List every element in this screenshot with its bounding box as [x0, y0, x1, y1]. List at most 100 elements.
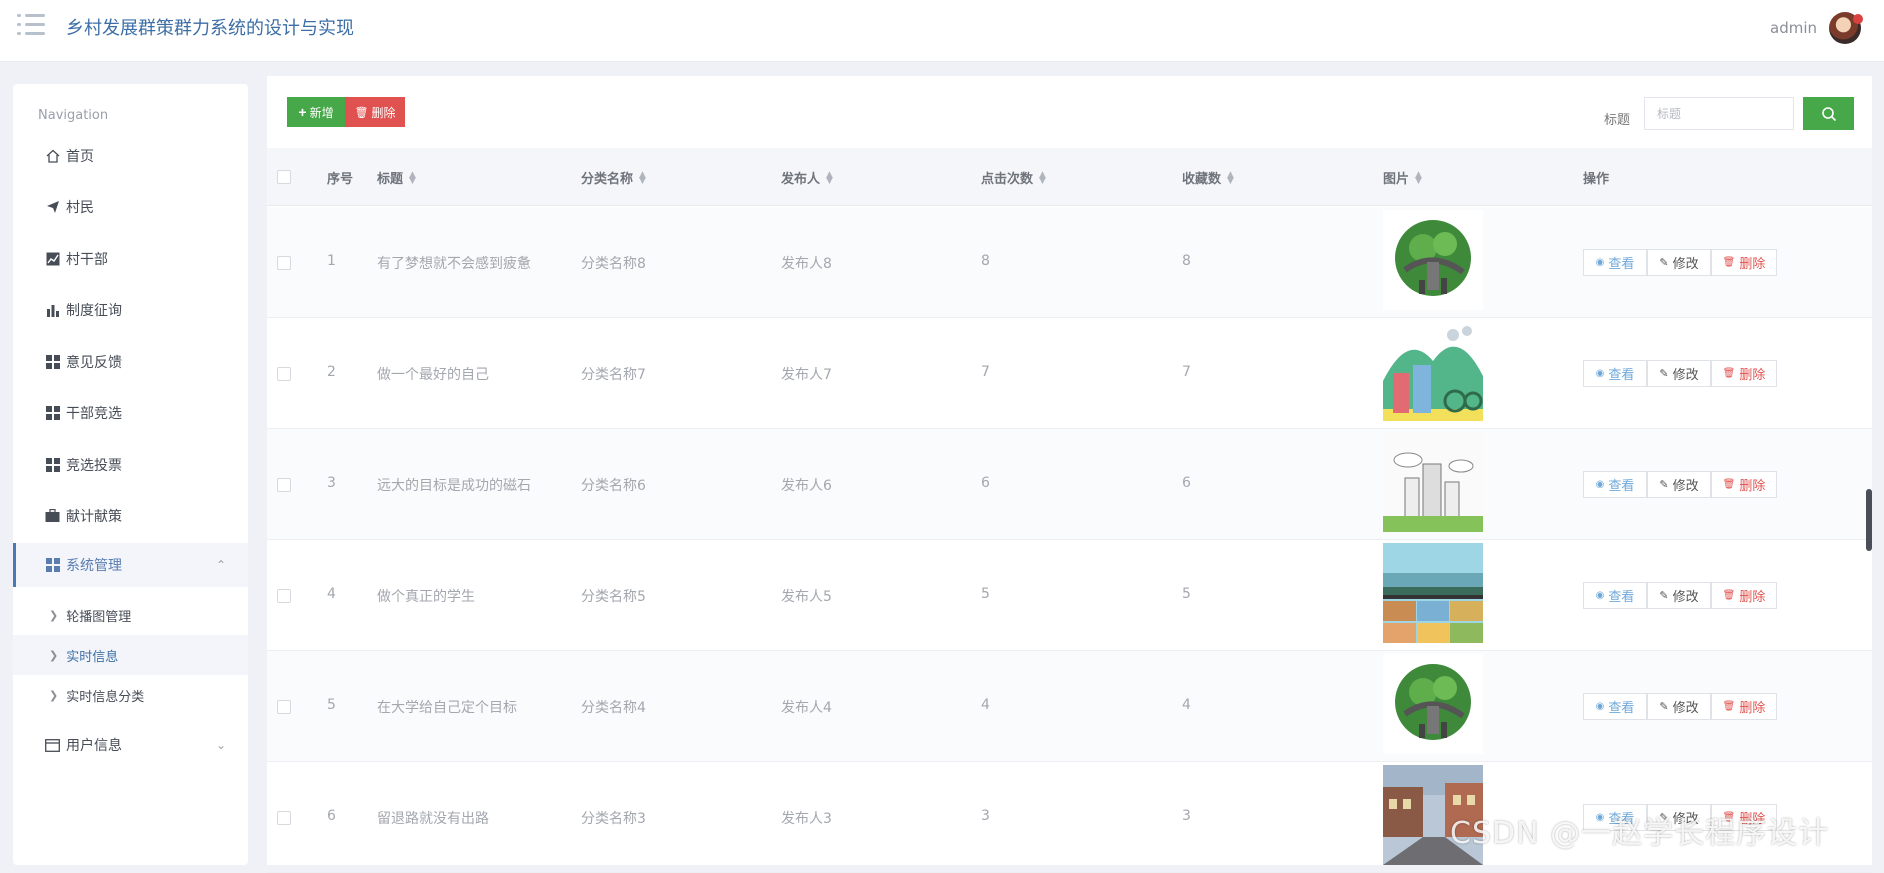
select-all-checkbox[interactable]	[277, 170, 291, 184]
column-header[interactable]: 点击次数 ▲ ▼	[981, 168, 1046, 187]
column-header[interactable]: 收藏数 ▲ ▼	[1182, 168, 1234, 187]
column-header[interactable]: 发布人 ▲ ▼	[781, 168, 833, 187]
row-checkbox[interactable]	[277, 589, 291, 603]
sidebar-item-user-info[interactable]: 用户信息 ⌄	[13, 723, 248, 767]
table-row: 3 远大的目标是成功的磁石 分类名称6 发布人6 6 6 ◉ 查看 ✎ 修改 🗑 删除	[267, 429, 1872, 540]
sidebar-item-villagers[interactable]: 村民	[13, 185, 248, 229]
sort-icon[interactable]: ▲ ▼	[409, 170, 416, 185]
sidebar-item-cadres[interactable]: 村干部	[13, 237, 248, 281]
edit-button[interactable]: ✎ 修改	[1647, 471, 1711, 498]
sidebar-subitem-label: 实时信息分类	[66, 689, 145, 705]
sidebar-item-label: 干部竞选	[66, 406, 122, 422]
batch-delete-button[interactable]: 🗑 删除	[345, 97, 405, 127]
cell-image[interactable]	[1383, 432, 1483, 532]
top-header: 乡村发展群策群力系统的设计与实现 admin	[0, 0, 1884, 62]
cell-image[interactable]	[1383, 210, 1483, 310]
column-header: 序号	[327, 172, 354, 187]
add-button[interactable]: + 新增	[287, 97, 345, 127]
sidebar-item-feedback[interactable]: 意见反馈	[13, 340, 248, 384]
delete-button[interactable]: 🗑 删除	[1711, 693, 1777, 720]
view-button[interactable]: ◉ 查看	[1583, 582, 1647, 609]
sort-icon[interactable]: ▲ ▼	[639, 170, 646, 185]
edit-button[interactable]: ✎ 修改	[1647, 360, 1711, 387]
cell-index: 4	[327, 586, 336, 602]
scrollbar-thumb[interactable]	[1866, 489, 1872, 551]
cell-publisher: 发布人3	[781, 811, 832, 827]
chevron-up-icon: ⌃	[215, 558, 226, 572]
delete-button[interactable]: 🗑 删除	[1711, 249, 1777, 276]
search-button[interactable]	[1803, 97, 1854, 130]
menu-toggle-icon[interactable]	[17, 14, 45, 36]
delete-button[interactable]: 🗑 删除	[1711, 471, 1777, 498]
row-checkbox[interactable]	[277, 700, 291, 714]
sidebar-item-vote[interactable]: 竞选投票	[13, 443, 248, 487]
user-menu[interactable]: admin	[1770, 12, 1863, 44]
cell-title: 有了梦想就不会感到疲惫	[377, 256, 531, 272]
table-row: 1 有了梦想就不会感到疲惫 分类名称8 发布人8 8 8 ◉ 查看 ✎ 修改 🗑 删除	[267, 207, 1872, 318]
sidebar-subitem-realtime-category[interactable]: ❯ 实时信息分类	[13, 675, 248, 715]
bar-chart-icon	[45, 303, 60, 318]
column-header[interactable]: 标题 ▲ ▼	[377, 168, 416, 187]
row-checkbox[interactable]	[277, 367, 291, 381]
view-button[interactable]: ◉ 查看	[1583, 471, 1647, 498]
sidebar-item-label: 献计献策	[66, 509, 122, 525]
sort-icon[interactable]: ▲ ▼	[1415, 170, 1422, 185]
sort-icon[interactable]: ▲ ▼	[826, 170, 833, 185]
cell-index: 2	[327, 364, 336, 380]
cell-category: 分类名称7	[581, 367, 646, 383]
cell-favorites: 5	[1182, 586, 1191, 602]
sort-icon[interactable]: ▲ ▼	[1039, 170, 1046, 185]
chevron-right-icon: ❯	[49, 648, 59, 662]
sidebar-subitem-label: 轮播图管理	[66, 609, 132, 625]
sidebar-item-suggestions[interactable]: 献计献策	[13, 494, 248, 538]
cell-image[interactable]	[1383, 543, 1483, 643]
sidebar-subitem-carousel[interactable]: ❯ 轮播图管理	[13, 595, 248, 635]
table-row: 2 做一个最好的自己 分类名称7 发布人7 7 7 ◉ 查看 ✎ 修改 🗑 删除	[267, 318, 1872, 429]
edit-button[interactable]: ✎ 修改	[1647, 693, 1711, 720]
delete-button[interactable]: 🗑 删除	[1711, 582, 1777, 609]
avatar[interactable]	[1829, 12, 1863, 44]
trash-icon: 🗑	[1722, 368, 1736, 379]
sort-icon[interactable]: ▲ ▼	[1227, 170, 1234, 185]
eye-icon: ◉	[1595, 479, 1605, 490]
nav-title: Navigation	[38, 108, 109, 123]
column-header[interactable]: 图片 ▲ ▼	[1383, 168, 1422, 187]
edit-button[interactable]: ✎ 修改	[1647, 249, 1711, 276]
edit-button[interactable]: ✎ 修改	[1647, 582, 1711, 609]
cell-clicks: 5	[981, 586, 990, 602]
sidebar-item-label: 系统管理	[66, 558, 122, 574]
delete-button[interactable]: 🗑 删除	[1711, 360, 1777, 387]
cell-clicks: 7	[981, 364, 990, 380]
sidebar-subitem-label: 实时信息	[66, 649, 119, 665]
sidebar-subitem-realtime-info[interactable]: ❯ 实时信息	[13, 635, 248, 675]
sidebar-item-system[interactable]: 系统管理 ⌃	[13, 543, 248, 587]
cell-clicks: 4	[981, 697, 990, 713]
sidebar-item-policy[interactable]: 制度征询	[13, 288, 248, 332]
cell-image[interactable]	[1383, 321, 1483, 421]
username[interactable]: admin	[1770, 19, 1817, 37]
view-button[interactable]: ◉ 查看	[1583, 693, 1647, 720]
view-label: 查看	[1608, 701, 1635, 716]
view-label: 查看	[1608, 368, 1635, 383]
chevron-right-icon: ❯	[49, 688, 59, 702]
row-checkbox[interactable]	[277, 811, 291, 825]
view-button[interactable]: ◉ 查看	[1583, 360, 1647, 387]
sidebar-item-election[interactable]: 干部竞选	[13, 391, 248, 435]
edit-label: 修改	[1672, 257, 1699, 272]
sidebar-item-home[interactable]: 首页	[13, 134, 248, 178]
table-row: 5 在大学给自己定个目标 分类名称4 发布人4 4 4 ◉ 查看 ✎ 修改 🗑 删除	[267, 651, 1872, 762]
view-button[interactable]: ◉ 查看	[1583, 249, 1647, 276]
search-input[interactable]	[1644, 97, 1794, 130]
edit-icon: ✎	[1659, 700, 1669, 713]
row-checkbox[interactable]	[277, 478, 291, 492]
cell-index: 3	[327, 475, 336, 491]
cell-title: 做个真正的学生	[377, 589, 475, 605]
edit-label: 修改	[1672, 368, 1699, 383]
cell-image[interactable]	[1383, 654, 1483, 754]
column-header[interactable]: 分类名称 ▲ ▼	[581, 168, 646, 187]
cell-category: 分类名称3	[581, 811, 646, 827]
eye-icon: ◉	[1595, 590, 1605, 601]
edit-icon: ✎	[1659, 256, 1669, 269]
sidebar-item-label: 制度征询	[66, 303, 122, 319]
row-checkbox[interactable]	[277, 256, 291, 270]
